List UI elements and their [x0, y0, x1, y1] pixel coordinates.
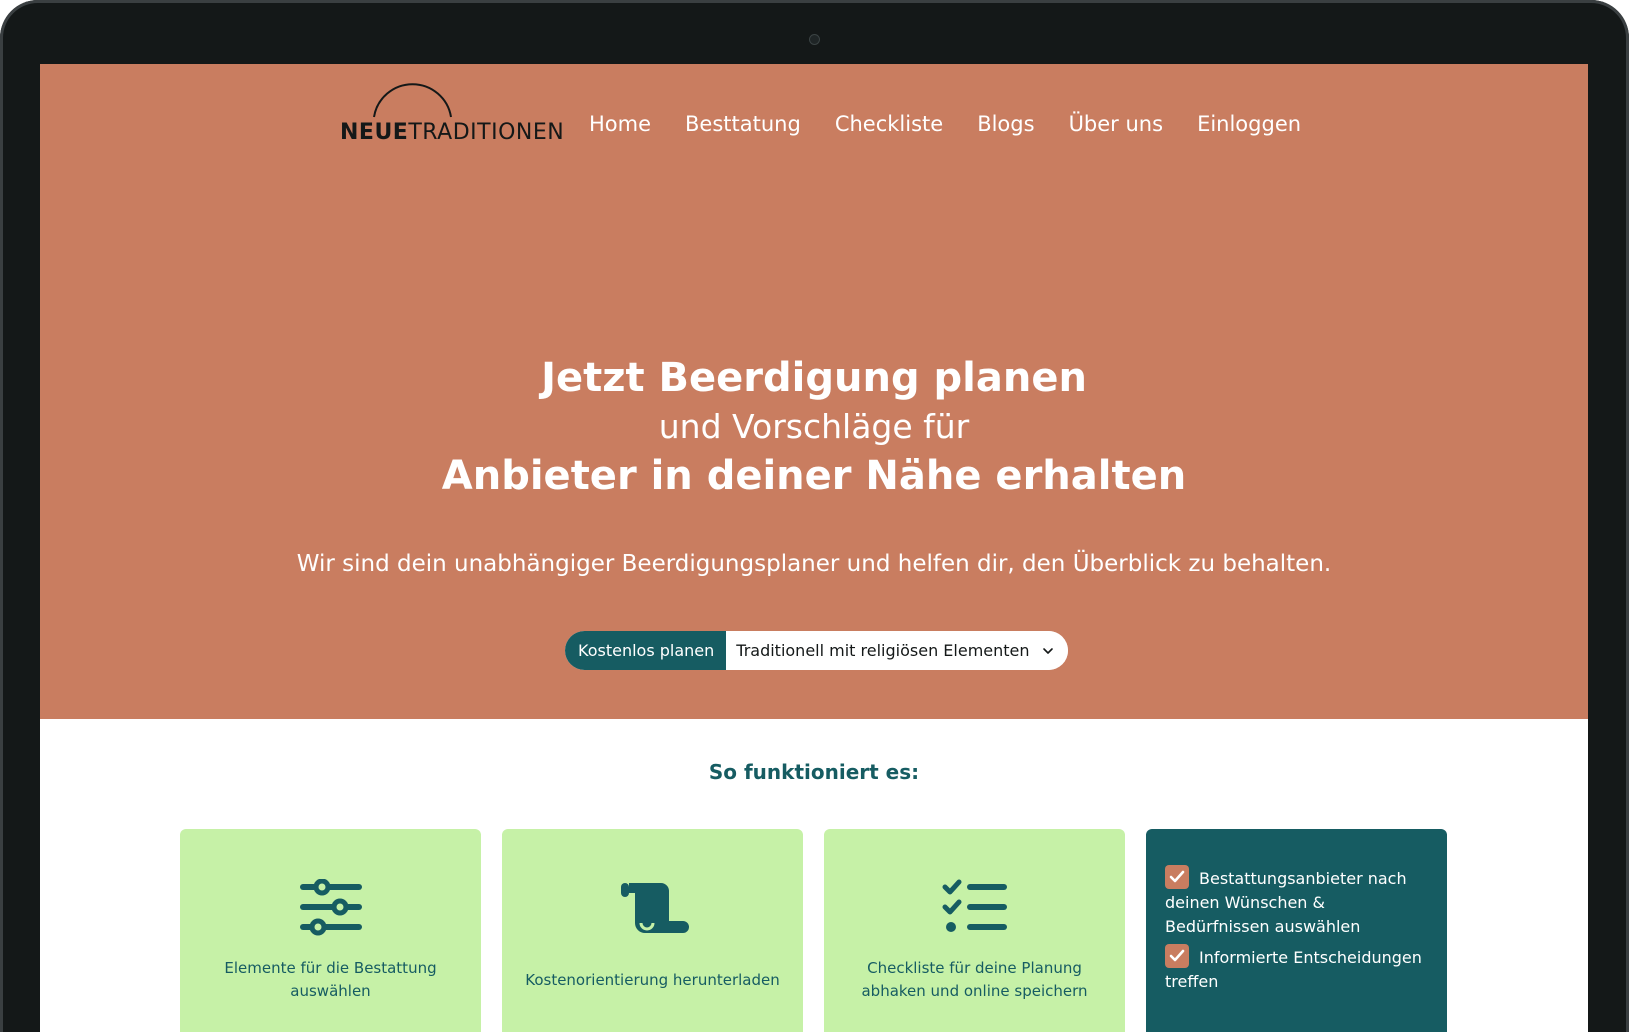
hero-subline: Wir sind dein unabhängiger Beerdigungspl… — [296, 551, 1332, 577]
funeral-style-value: Traditionell mit religiösen Elementen — [736, 641, 1030, 660]
nav-ueber-uns[interactable]: Über uns — [1069, 112, 1164, 136]
nav-home[interactable]: Home — [589, 112, 651, 136]
scroll-icon — [502, 879, 803, 949]
funeral-style-select[interactable]: Traditionell mit religiösen Elementen — [726, 631, 1068, 670]
headline-line-2: und Vorschläge für — [658, 407, 970, 446]
benefits-card: Bestattungsanbieter nach deinen Wünschen… — [1146, 829, 1447, 1032]
step-card[interactable]: Checkliste für deine Planung abhaken und… — [824, 829, 1125, 1032]
checklist-icon — [824, 879, 1125, 949]
hero-section: NEUETRADITIONEN Home Besttatung Checklis… — [40, 64, 1588, 719]
benefit-text: Informierte Entscheidungen treffen — [1165, 948, 1422, 991]
plan-cta-group: Kostenlos planen Traditionell mit religi… — [565, 631, 1068, 670]
benefit-item: Bestattungsanbieter nach deinen Wünschen… — [1165, 865, 1433, 939]
nav-einloggen[interactable]: Einloggen — [1197, 112, 1301, 136]
nav-bestattung[interactable]: Besttatung — [685, 112, 801, 136]
camera-icon — [809, 34, 820, 45]
nav-blogs[interactable]: Blogs — [977, 112, 1034, 136]
brand-wordmark: NEUETRADITIONEN — [340, 120, 565, 145]
logo-arc-icon — [373, 83, 452, 118]
step-label: Elemente für die Bestattung auswählen — [224, 959, 437, 1000]
step-card[interactable]: Elemente für die Bestattung auswählen — [180, 829, 481, 1032]
chevron-down-icon — [1042, 647, 1053, 654]
step-label: Checkliste für deine Planung abhaken und… — [861, 959, 1088, 1000]
main-nav: Home Besttatung Checkliste Blogs Über un… — [589, 112, 1301, 136]
step-label: Kostenorientierung herunterladen — [525, 971, 780, 989]
nav-checkliste[interactable]: Checkliste — [835, 112, 943, 136]
headline-line-1: Jetzt Beerdigung planen — [541, 355, 1087, 401]
benefit-item: Informierte Entscheidungen treffen — [1165, 944, 1433, 994]
sliders-icon — [180, 879, 481, 949]
brand-logo[interactable]: NEUETRADITIONEN — [340, 72, 564, 145]
checkbox-checked-icon — [1165, 944, 1189, 968]
hero-headline: Jetzt Beerdigung planen und Vorschläge f… — [40, 352, 1588, 502]
browser-viewport: NEUETRADITIONEN Home Besttatung Checklis… — [40, 64, 1588, 1032]
headline-line-3: Anbieter in deiner Nähe erhalten — [441, 453, 1187, 499]
benefit-text: Bestattungsanbieter nach deinen Wünschen… — [1165, 869, 1407, 936]
checkbox-checked-icon — [1165, 865, 1189, 889]
how-it-works-cards: Elemente für die Bestattung auswählen Ko… — [180, 829, 1447, 1032]
step-card[interactable]: Kostenorientierung herunterladen — [502, 829, 803, 1032]
how-it-works-title: So funktioniert es: — [708, 760, 920, 784]
plan-free-button[interactable]: Kostenlos planen — [565, 631, 727, 670]
laptop-frame: NEUETRADITIONEN Home Besttatung Checklis… — [0, 0, 1629, 1032]
